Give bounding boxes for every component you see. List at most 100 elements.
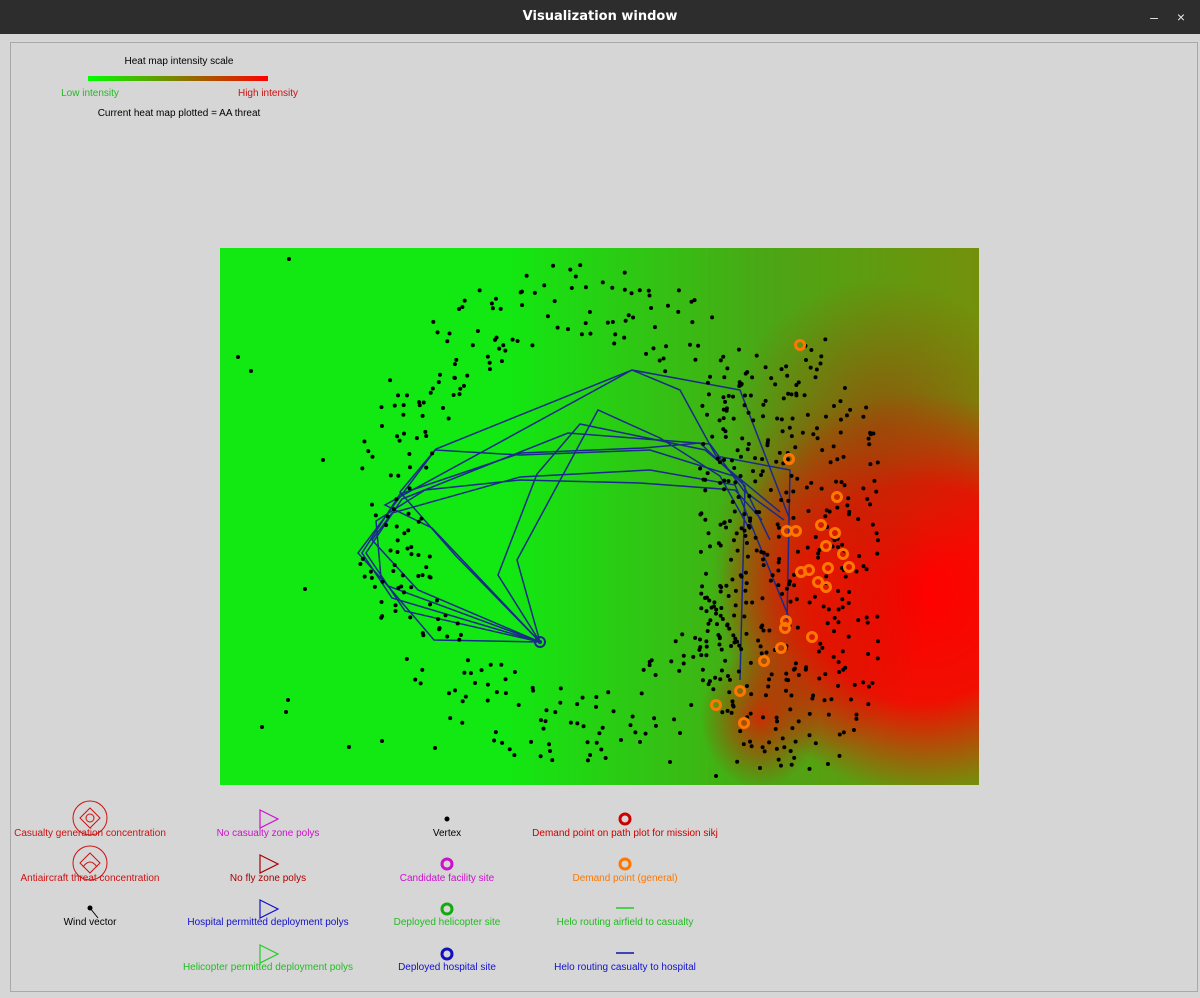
vertex-point [857,554,862,559]
legend-demand-mission: Demand point on path plot for mission si… [532,828,718,839]
vertex-point [414,436,419,441]
aa-threat-hotspot [700,648,820,785]
vertex-point [703,595,708,600]
vertex-point [428,390,433,395]
vertex-point [698,466,703,471]
vertex-point [594,740,599,745]
vertex-point [761,414,766,419]
close-button[interactable]: × [1170,6,1192,28]
vertex-point [760,623,765,628]
vertex-point [724,583,729,588]
vertex-point [568,720,573,725]
vertex-point [872,478,877,483]
vertex-point [816,551,821,556]
vertex-point [379,615,384,620]
vertex-point [690,320,695,325]
vertex-point [532,290,537,295]
vertex-point [416,519,421,524]
vertex-point [360,466,365,471]
vertex-point [396,393,401,398]
vertex-point [789,473,794,478]
vertex-point [815,436,820,441]
vertex-point [766,684,771,689]
vertex-point [677,668,682,673]
vertex-point [485,354,490,359]
legend-hospital-deploy: Hospital permitted deployment polys [187,917,349,928]
vertex-point [594,694,599,699]
hospital-site-marker[interactable] [538,640,542,644]
vertex-point [776,583,781,588]
vertex-point [718,480,723,485]
vertex-point [743,588,748,593]
vertex-point [362,574,367,579]
vertex-point [838,399,843,404]
vertex-point [725,622,730,627]
vertex-point [730,699,735,704]
vertex-point [720,710,725,715]
vertex-point [717,418,722,423]
vertex-point [723,434,728,439]
vertex-point [759,472,764,477]
vertex-point [689,702,694,707]
heatmap-plot[interactable] [220,248,979,785]
vertex-point [812,594,817,599]
vertex-point [427,554,432,559]
vertex-point [701,442,706,447]
vertex-point [770,573,775,578]
vertex-point [503,677,508,682]
vertex-point [726,674,731,679]
vertex-point [773,382,778,387]
vertex-point [870,522,875,527]
vertex-point [737,643,742,648]
minimize-button[interactable]: – [1143,6,1165,28]
vertex-point [430,386,435,391]
deployed-heli-icon [440,902,454,916]
vertex-point [723,658,728,663]
vertex-point [531,688,536,693]
vertex-point [503,348,508,353]
vertex-point [553,710,558,715]
vertex-point [424,465,429,470]
vertex-point [852,682,857,687]
vertex-point [721,354,726,359]
vertex-point [672,717,677,722]
vertex-point [406,528,411,533]
current-heatmap-label: Current heat map plotted = AA threat [97,108,261,119]
vertex-point [745,447,750,452]
vertex-point [864,405,869,410]
vertex-point [760,457,765,462]
vertex-point [600,725,605,730]
vertex-point [744,631,749,636]
vertex-point [802,393,807,398]
vertex-point [796,719,801,724]
vertex-point [443,613,448,618]
vertex-point [826,607,831,612]
vertex-point [776,534,781,539]
vertex-point [807,600,812,605]
vertex-point [681,661,686,666]
vertex-point [738,454,743,459]
vertex-point [784,586,789,591]
vertex-point [725,366,730,371]
vertex-point [749,692,754,697]
vertex-point [847,590,852,595]
vertex-point [397,438,402,443]
vertex-point [809,348,814,353]
vertex-point [841,454,846,459]
vertex-point [668,760,672,764]
vertex-point [462,670,467,675]
no-casualty-zone-icon [259,809,280,829]
vertex-point [665,303,670,308]
vertex-point [867,442,872,447]
vertex-point [724,525,729,530]
vertex-point [468,671,473,676]
vertex-point [732,613,737,618]
vertex-point [404,656,409,661]
candidate-site-icon [440,857,454,871]
vertex-point [550,758,555,763]
vertex-point [791,515,796,520]
vertex-point [744,600,749,605]
vertex-point [748,660,753,665]
vertex-point [520,303,525,308]
vertex-point [828,460,833,465]
